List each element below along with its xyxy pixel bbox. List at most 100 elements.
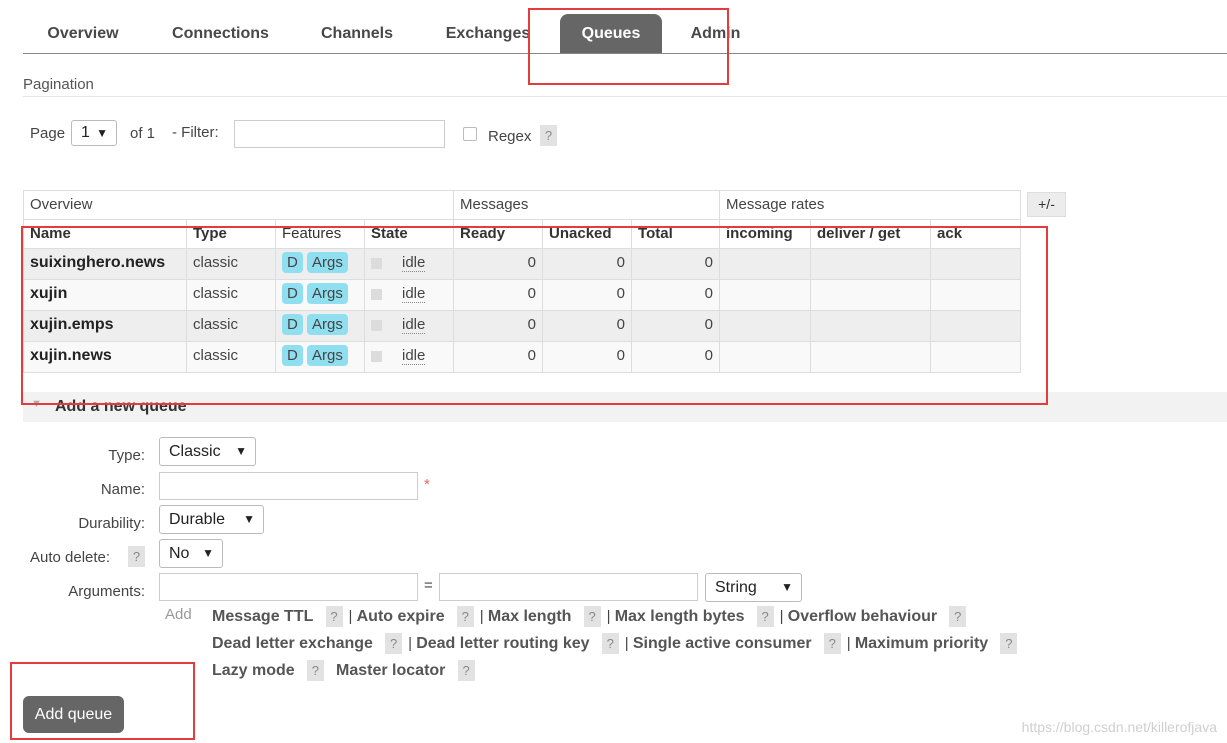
auto-delete-help-icon[interactable]: ? [128,546,145,567]
argument-key-input[interactable] [159,573,418,601]
filter-label: - Filter: [172,124,219,141]
caret-down-icon: ▼ [235,444,247,458]
argument-value-input[interactable] [439,573,698,601]
queue-features: D Args [275,341,365,373]
queue-name-link[interactable]: suixinghero.news [23,248,187,280]
durable-badge: D [282,345,303,366]
queue-name-link[interactable]: xujin.news [23,341,187,373]
col-state[interactable]: State [363,219,455,249]
help-icon[interactable]: ? [457,660,475,681]
caret-down-icon: ▼ [781,580,793,594]
incoming-rate [719,248,812,280]
help-icon[interactable]: ? [583,606,601,627]
argument-type-select[interactable]: String ▼ [705,573,802,602]
arg-lazy-mode-link[interactable]: Lazy mode [212,662,295,679]
queue-type: classic [186,248,276,280]
args-badge: Args [307,283,348,304]
help-icon[interactable]: ? [949,606,967,627]
add-queue-title: Add a new queue [55,398,187,415]
col-ack[interactable]: ack [930,219,1022,249]
separator: | [606,608,611,625]
regex-checkbox[interactable] [463,127,477,141]
queue-name-input[interactable] [159,472,418,500]
filter-input[interactable] [234,120,445,148]
state-label: idle [402,254,426,272]
auto-delete-select[interactable]: No ▼ [159,539,223,568]
argument-type-value: String [715,579,757,596]
separator: | [779,608,784,625]
toggle-columns-button[interactable]: +/- [1027,192,1066,217]
arg-master-locator-link[interactable]: Master locator [336,662,445,679]
collapse-triangle-icon: ▼ [31,398,42,410]
col-deliver-get[interactable]: deliver / get [810,219,932,249]
durable-badge: D [282,252,303,273]
argument-options-line-1: Message TTL ? | Auto expire ? | Max length… [212,606,967,627]
help-icon[interactable]: ? [306,660,324,681]
arg-max-length-link[interactable]: Max length [488,608,572,625]
durable-badge: D [282,283,303,304]
arg-single-active-consumer-link[interactable]: Single active consumer [633,635,812,652]
table-row: xujin classic D Args idle 0 0 0 [23,279,1022,311]
help-icon[interactable]: ? [756,606,774,627]
incoming-rate [719,341,812,373]
queue-type: classic [186,341,276,373]
arg-dead-letter-exchange-link[interactable]: Dead letter exchange [212,635,373,652]
watermark: https://blog.csdn.net/killerofjava [1021,719,1217,735]
tab-queues[interactable]: Queues [560,14,662,53]
help-icon[interactable]: ? [456,606,474,627]
col-ready[interactable]: Ready [453,219,544,249]
col-incoming[interactable]: incoming [719,219,812,249]
col-total[interactable]: Total [631,219,721,249]
state-indicator-icon [371,350,382,362]
ack-rate [930,341,1022,373]
arg-max-length-bytes-link[interactable]: Max length bytes [615,608,745,625]
queue-features: D Args [275,248,365,280]
regex-label: Regex [488,128,532,145]
total-count: 0 [631,248,721,280]
help-icon[interactable]: ? [601,633,619,654]
queue-state: idle [363,248,455,280]
state-indicator-icon [371,319,382,331]
arg-auto-expire-link[interactable]: Auto expire [357,608,445,625]
arg-message-ttl-link[interactable]: Message TTL [212,608,313,625]
table-row: xujin.emps classic D Args idle 0 0 0 [23,310,1022,342]
separator: | [408,635,413,652]
queue-name-link[interactable]: xujin.emps [23,310,187,342]
tab-exchanges[interactable]: Exchanges [433,14,543,53]
tab-connections[interactable]: Connections [158,14,283,53]
col-unacked[interactable]: Unacked [542,219,633,249]
deliver-get-rate [810,248,932,280]
tab-overview[interactable]: Overview [23,14,143,53]
top-nav: Overview Connections Channels Exchanges … [23,14,1227,54]
durability-select[interactable]: Durable ▼ [159,505,264,534]
total-count: 0 [631,279,721,311]
type-select[interactable]: Classic ▼ [159,437,256,466]
help-icon[interactable]: ? [385,633,403,654]
auto-delete-label: Auto delete: [30,549,111,566]
help-icon[interactable]: ? [823,633,841,654]
add-queue-button[interactable]: Add queue [23,696,124,733]
arg-maximum-priority-link[interactable]: Maximum priority [855,635,988,652]
regex-help-icon[interactable]: ? [540,125,557,146]
total-count: 0 [631,341,721,373]
add-queue-section-header[interactable]: ▼ Add a new queue [23,392,1227,422]
help-icon[interactable]: ? [1000,633,1018,654]
arg-dead-letter-routing-key-link[interactable]: Dead letter routing key [416,635,589,652]
caret-down-icon: ▼ [96,126,108,140]
ready-count: 0 [453,248,544,280]
tab-admin[interactable]: Admin [678,14,753,53]
argument-options-line-2: Dead letter exchange ? | Dead letter rout… [212,633,1018,654]
col-type[interactable]: Type [186,219,276,249]
page-select[interactable]: 1 ▼ [71,120,117,146]
queue-features: D Args [275,310,365,342]
state-label: idle [402,285,426,303]
auto-delete-value: No [169,545,190,562]
col-name[interactable]: Name [23,219,187,249]
arg-overflow-behaviour-link[interactable]: Overflow behaviour [788,608,937,625]
help-icon[interactable]: ? [325,606,343,627]
tab-channels[interactable]: Channels [307,14,407,53]
table-column-header: Name Type Features State Ready Unacked T… [23,219,1022,249]
queue-name-link[interactable]: xujin [23,279,187,311]
unacked-count: 0 [542,310,633,342]
page-value: 1 [81,124,90,141]
